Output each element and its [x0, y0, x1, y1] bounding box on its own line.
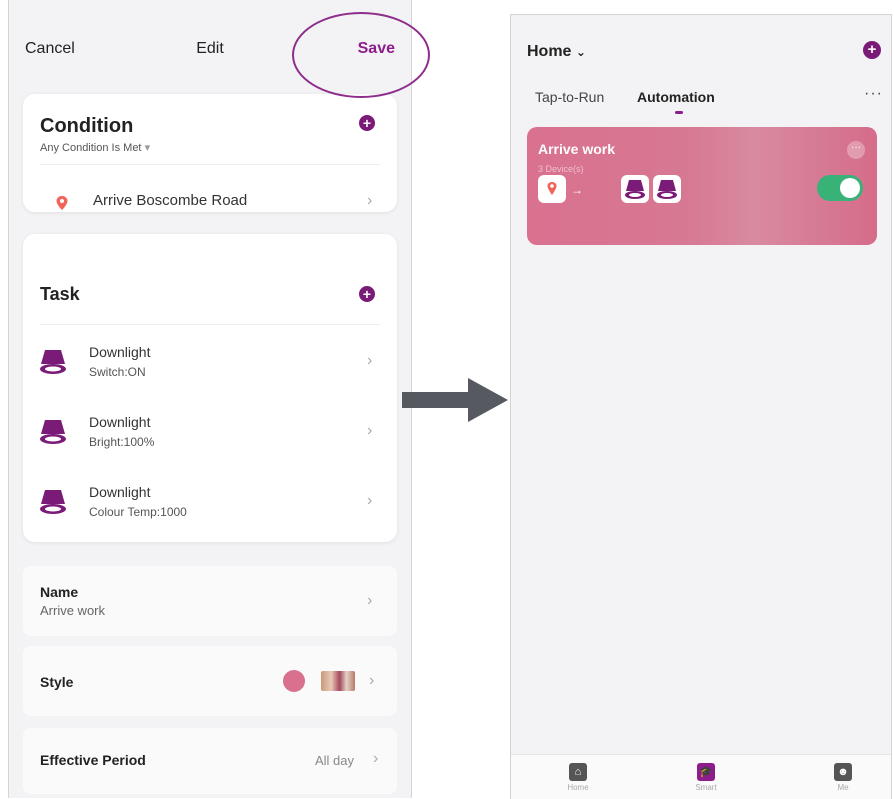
- task-item[interactable]: Downlight Colour Temp:1000 ›: [23, 474, 397, 534]
- tab-automation[interactable]: Automation: [637, 89, 715, 105]
- tab-bar: Tap-to-Run Automation ···: [511, 85, 891, 117]
- effective-period-value: All day: [315, 753, 355, 768]
- location-pin-icon: [538, 175, 566, 203]
- task-item[interactable]: Downlight Bright:100% ›: [23, 404, 397, 464]
- condition-title: Condition: [40, 115, 134, 137]
- condition-item[interactable]: Arrive Boscombe Road ›: [23, 166, 397, 212]
- chevron-down-icon: ⌄: [575, 45, 586, 59]
- task-item-name: Downlight: [89, 344, 151, 360]
- effective-period-label: Effective Period: [40, 752, 146, 768]
- chevron-right-icon: ›: [367, 192, 373, 209]
- home-selector[interactable]: Home ⌄: [527, 43, 586, 61]
- chevron-right-icon: ›: [369, 672, 375, 689]
- downlight-icon: [653, 175, 681, 203]
- downlight-icon: [621, 175, 649, 203]
- add-condition-icon[interactable]: +: [359, 115, 375, 131]
- task-item-name: Downlight: [89, 414, 151, 430]
- add-task-icon[interactable]: +: [359, 286, 375, 302]
- home-icon[interactable]: ⌂: [569, 763, 587, 781]
- add-icon[interactable]: +: [863, 41, 881, 59]
- downlight-icon: [40, 420, 66, 444]
- smart-screen: Home ⌄ + Tap-to-Run Automation ··· Arriv…: [510, 14, 892, 799]
- edit-automation-screen: Cancel Edit Save Condition Any Condition…: [8, 0, 412, 798]
- condition-mode-label: Any Condition Is Met: [40, 142, 142, 154]
- condition-mode-selector[interactable]: Any Condition Is Met ▾: [40, 141, 150, 154]
- downlight-icon: [40, 350, 66, 374]
- style-image-thumbnail: [321, 671, 355, 691]
- automation-toggle[interactable]: [817, 175, 863, 201]
- tabbar-home-label: Home: [567, 783, 589, 792]
- me-icon[interactable]: ☻: [834, 763, 852, 781]
- bottom-tab-bar: ⌂ Home 🎓 Smart ☻ Me: [511, 754, 891, 799]
- divider: [40, 164, 380, 165]
- save-highlight-ring: [292, 12, 430, 98]
- automation-device-count: 3 Device(s): [538, 164, 584, 174]
- downlight-icon: [40, 490, 66, 514]
- toggle-knob: [840, 178, 860, 198]
- active-tab-indicator: [675, 111, 683, 114]
- task-item[interactable]: Downlight Switch:ON ›: [23, 334, 397, 394]
- name-value: Arrive work: [40, 603, 106, 618]
- name-row[interactable]: Name Arrive work ›: [23, 566, 397, 636]
- condition-card: Condition Any Condition Is Met ▾ + Arriv…: [23, 94, 397, 212]
- divider: [40, 324, 380, 325]
- task-card: Task + Downlight Switch:ON › Downlight B…: [23, 234, 397, 542]
- caret-down-icon: ▾: [144, 142, 151, 154]
- task-item-detail: Bright:100%: [89, 435, 155, 449]
- location-pin-icon: [56, 196, 68, 210]
- automation-card[interactable]: Arrive work 3 Device(s) ··· →: [527, 127, 877, 245]
- chevron-right-icon: ›: [367, 422, 373, 439]
- condition-item-label: Arrive Boscombe Road: [93, 192, 248, 209]
- style-label: Style: [40, 674, 74, 690]
- effective-period-row[interactable]: Effective Period All day ›: [23, 728, 397, 794]
- style-color-swatch: [283, 670, 305, 692]
- chevron-right-icon: ›: [367, 492, 373, 509]
- home-label: Home: [527, 43, 572, 60]
- chevron-right-icon: ›: [367, 352, 373, 369]
- tabbar-smart-label: Smart: [695, 783, 717, 792]
- smart-icon[interactable]: 🎓: [697, 763, 715, 781]
- card-more-icon[interactable]: ···: [847, 141, 865, 159]
- arrow-shaft: [402, 392, 472, 408]
- task-item-detail: Colour Temp:1000: [89, 505, 187, 519]
- style-row[interactable]: Style ›: [23, 646, 397, 716]
- arrow-right-icon: [468, 378, 508, 422]
- automation-title: Arrive work: [538, 141, 616, 157]
- more-icon[interactable]: ···: [864, 85, 883, 103]
- arrow-icon: →: [571, 183, 583, 197]
- task-item-detail: Switch:ON: [89, 365, 146, 379]
- chevron-right-icon: ›: [373, 750, 379, 767]
- task-item-name: Downlight: [89, 484, 151, 500]
- chevron-right-icon: ›: [367, 592, 373, 609]
- task-title: Task: [40, 284, 80, 304]
- tabbar-me-label: Me: [837, 783, 849, 792]
- tab-tap-to-run[interactable]: Tap-to-Run: [535, 89, 604, 105]
- name-label: Name: [40, 584, 79, 600]
